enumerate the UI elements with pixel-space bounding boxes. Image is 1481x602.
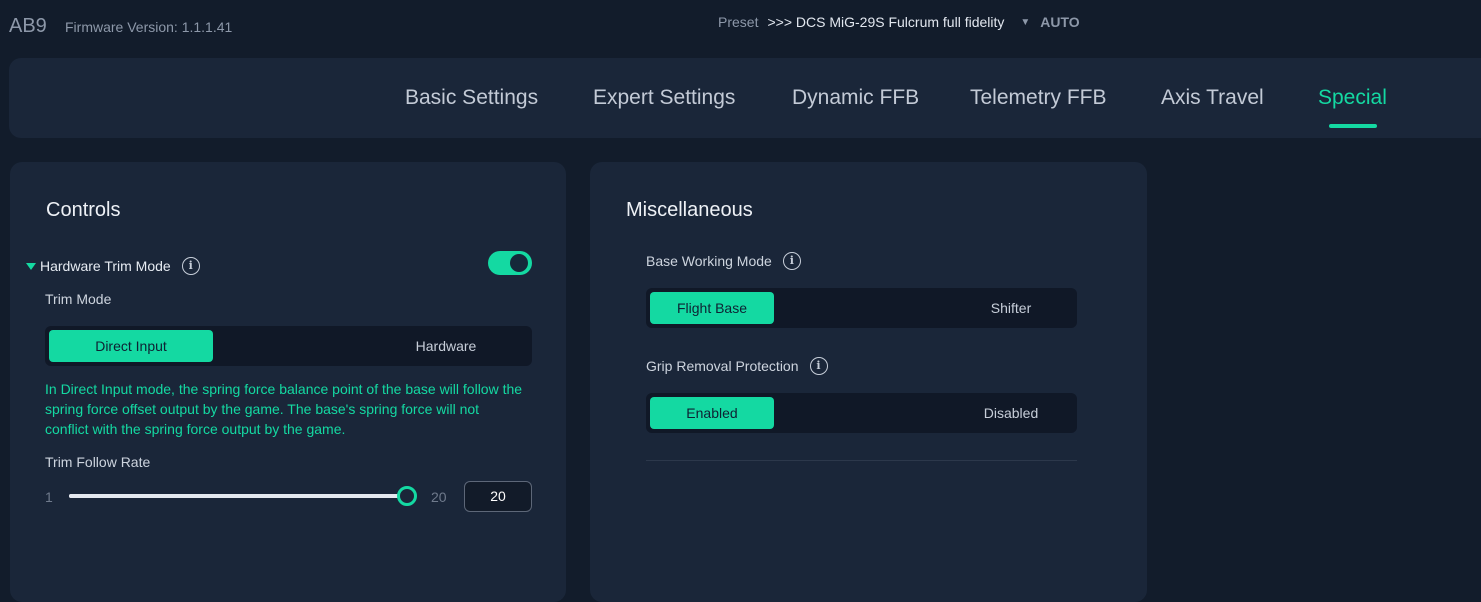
tab-telemetry-ffb[interactable]: Telemetry FFB [970,86,1107,110]
trim-mode-direct-input[interactable]: Direct Input [49,330,213,362]
tab-bar: Basic Settings Expert Settings Dynamic F… [9,58,1481,138]
trim-follow-rate-slider[interactable] [69,494,407,498]
miscellaneous-title: Miscellaneous [626,199,753,221]
slider-thumb[interactable] [397,486,417,506]
miscellaneous-panel: Miscellaneous Base Working Mode i Flight… [590,162,1147,602]
preset-value[interactable]: >>> DCS MiG-29S Fulcrum full fidelity [767,14,1004,30]
trim-mode-selector: Direct Input Hardware [45,326,532,366]
preset-mode-badge[interactable]: AUTO [1040,14,1079,30]
grip-removal-protection-label: Grip Removal Protection [646,358,799,374]
trim-mode-label: Trim Mode [45,291,112,307]
trim-follow-rate-input[interactable]: 20 [464,481,532,512]
base-mode-shifter[interactable]: Shifter [946,292,1076,324]
base-working-mode-label: Base Working Mode [646,253,772,269]
info-icon[interactable]: i [181,257,200,275]
controls-panel: Controls Hardware Trim Mode i Trim Mode … [10,162,566,602]
preset-selector[interactable]: Preset >>> DCS MiG-29S Fulcrum full fide… [718,14,1080,30]
grip-removal-protection-row: Grip Removal Protection i [646,357,828,375]
hardware-trim-mode-label: Hardware Trim Mode [40,258,171,274]
base-working-mode-row: Base Working Mode i [646,252,801,270]
controls-title: Controls [46,199,121,221]
info-icon[interactable]: i [809,357,828,375]
tab-expert-settings[interactable]: Expert Settings [593,86,735,110]
tab-dynamic-ffb[interactable]: Dynamic FFB [792,86,919,110]
info-icon[interactable]: i [782,252,801,270]
toggle-knob [510,254,528,272]
base-mode-flight-base[interactable]: Flight Base [650,292,774,324]
slider-fill [69,494,407,498]
trim-mode-description: In Direct Input mode, the spring force b… [45,381,523,437]
section-divider [646,460,1077,461]
preset-label: Preset [718,14,759,30]
tab-special[interactable]: Special [1318,86,1387,110]
grip-protection-disabled[interactable]: Disabled [946,397,1076,429]
tab-axis-travel[interactable]: Axis Travel [1161,86,1264,110]
app-name: AB9 [9,15,47,37]
hardware-trim-mode-toggle[interactable] [488,251,532,275]
top-bar: AB9 Firmware Version: 1.1.1.41 Preset >>… [0,0,1481,52]
active-tab-indicator [1329,124,1377,128]
trim-mode-hardware[interactable]: Hardware [365,330,527,362]
grip-removal-protection-selector: Enabled Disabled [646,393,1077,433]
tab-basic-settings[interactable]: Basic Settings [405,86,538,110]
slider-min-label: 1 [45,489,53,505]
base-working-mode-selector: Flight Base Shifter [646,288,1077,328]
caret-down-icon[interactable]: ▼ [1020,17,1030,28]
firmware-version: Firmware Version: 1.1.1.41 [65,19,233,35]
trim-follow-rate-label: Trim Follow Rate [45,454,151,470]
expand-caret-icon[interactable] [26,262,36,270]
grip-protection-enabled[interactable]: Enabled [650,397,774,429]
hardware-trim-mode-row: Hardware Trim Mode i [26,253,536,279]
slider-max-label: 20 [431,489,447,505]
